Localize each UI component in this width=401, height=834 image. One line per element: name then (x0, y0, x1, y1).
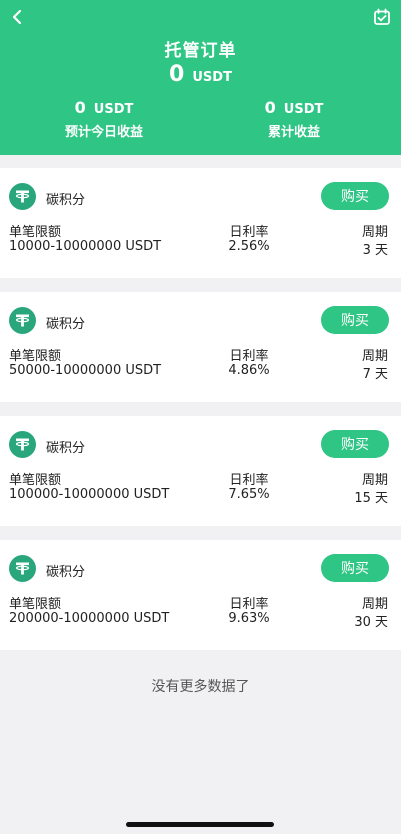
today-value: 0 (74, 98, 86, 117)
home-indicator[interactable] (126, 822, 274, 827)
product-name: 碳积分 (46, 193, 86, 208)
rate-value: 2.56% (228, 239, 270, 254)
total-amount: 0 USDT (0, 62, 401, 87)
rate-label: 日利率 (229, 473, 269, 488)
limit-value: 10000-10000000 USDT (9, 239, 162, 254)
calendar-button[interactable] (371, 6, 393, 28)
product-card: 碳积分 购买 单笔限额 日利率 周期 10000-10000000 USDT 2… (0, 168, 401, 278)
limit-value: 50000-10000000 USDT (9, 363, 162, 378)
limit-label: 单笔限额 (9, 349, 62, 364)
period-label: 周期 (361, 225, 388, 240)
product-card: 碳积分 购买 单笔限额 日利率 周期 100000-10000000 USDT … (0, 416, 401, 526)
today-label: 预计今日收益 (64, 125, 143, 140)
rate-value: 9.63% (228, 611, 270, 626)
calendar-check-icon (374, 8, 390, 25)
tether-icon (9, 555, 36, 582)
buy-button[interactable]: 购买 (321, 306, 389, 334)
product-card: 碳积分 购买 单笔限额 日利率 周期 50000-10000000 USDT 4… (0, 292, 401, 402)
tether-icon (9, 431, 36, 458)
rate-value: 7.65% (228, 487, 270, 502)
buy-button[interactable]: 购买 (321, 554, 389, 582)
period-label: 周期 (361, 349, 388, 364)
cumulative-value: 0 (264, 98, 276, 117)
total-unit: USDT (192, 70, 232, 85)
page: 托管订单 0 USDT 0 USDT 预计今日收益 0 USDT 累计收益 碳积分 购… (0, 0, 401, 834)
today-earnings: 0 USDT 预计今日收益 (4, 98, 204, 140)
period-label: 周期 (361, 473, 388, 488)
product-card: 碳积分 购买 单笔限额 日利率 周期 200000-10000000 USDT … (0, 540, 401, 650)
back-button[interactable] (6, 6, 28, 28)
rate-value: 4.86% (228, 363, 270, 378)
page-title: 托管订单 (164, 41, 237, 61)
period-value: 15 天 (354, 491, 388, 506)
period-label: 周期 (361, 597, 388, 612)
product-name: 碳积分 (46, 441, 86, 456)
limit-label: 单笔限额 (9, 225, 62, 240)
product-name: 碳积分 (46, 565, 86, 580)
limit-value: 200000-10000000 USDT (9, 611, 170, 626)
header: 托管订单 0 USDT 0 USDT 预计今日收益 0 USDT 累计收益 (0, 0, 401, 155)
period-value: 30 天 (354, 615, 388, 630)
tether-icon (9, 307, 36, 334)
period-value: 3 天 (362, 243, 388, 258)
product-name: 碳积分 (46, 317, 86, 332)
total-value: 0 (169, 62, 185, 87)
no-more-data: 没有更多数据了 (151, 679, 250, 695)
tether-icon (9, 183, 36, 210)
cumulative-label: 累计收益 (267, 125, 320, 140)
today-unit: USDT (93, 102, 134, 117)
buy-button[interactable]: 购买 (321, 430, 389, 458)
cumulative-earnings: 0 USDT 累计收益 (194, 98, 394, 140)
rate-label: 日利率 (229, 349, 269, 364)
rate-label: 日利率 (229, 597, 269, 612)
limit-label: 单笔限额 (9, 597, 62, 612)
period-value: 7 天 (362, 367, 388, 382)
cumulative-unit: USDT (283, 102, 324, 117)
limit-label: 单笔限额 (9, 473, 62, 488)
limit-value: 100000-10000000 USDT (9, 487, 170, 502)
rate-label: 日利率 (229, 225, 269, 240)
buy-button[interactable]: 购买 (321, 182, 389, 210)
chevron-left-icon (12, 9, 22, 25)
